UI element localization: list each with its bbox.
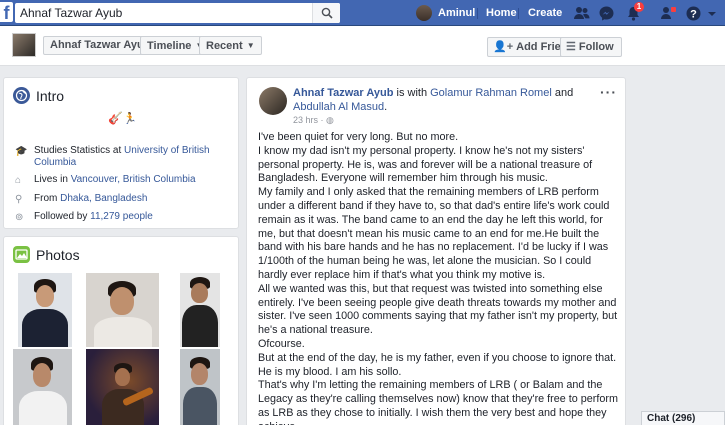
- post-time-text: 23 hrs: [293, 115, 319, 125]
- followers-link[interactable]: 11,279 people: [90, 211, 153, 222]
- tagged-person-link[interactable]: Golamur Rahman Romel: [430, 87, 552, 99]
- more-options-icon[interactable]: ···: [600, 84, 617, 100]
- post-with-text: is with: [393, 87, 431, 99]
- add-friend-icon: 👤+: [493, 41, 514, 53]
- post-paragraph: Ofcourse.: [258, 337, 305, 350]
- post-paragraph: But at the end of the day, he is my fath…: [258, 351, 617, 378]
- post-paragraph: I know my dad isn't my personal property…: [258, 144, 593, 185]
- nav-divider: [477, 8, 478, 19]
- help-icon[interactable]: ?: [685, 5, 702, 22]
- post-author-link[interactable]: Ahnaf Tazwar Ayub: [293, 87, 393, 99]
- photos-title: Photos: [36, 247, 80, 263]
- photo-thumbnail[interactable]: [180, 349, 220, 425]
- caret-down-icon: ▼: [246, 41, 255, 50]
- rss-icon: ⊚: [15, 212, 24, 223]
- user-avatar[interactable]: [416, 5, 432, 21]
- education-prefix: Studies Statistics at: [34, 145, 125, 156]
- post-paragraph: I've been quiet for very long. But no mo…: [258, 131, 459, 143]
- photos-icon: [13, 246, 30, 263]
- intro-title: Intro: [36, 88, 65, 104]
- intro-emoji-row: 🎸🏃: [108, 111, 137, 125]
- search-input[interactable]: [15, 3, 315, 23]
- from-prefix: From: [34, 193, 61, 204]
- timeline-label: Timeline: [147, 40, 192, 52]
- post-header: Ahnaf Tazwar Ayub is with Golamur Rahman…: [293, 86, 603, 114]
- photo-thumbnail[interactable]: [86, 273, 159, 347]
- guitar-icon: 🎸: [108, 111, 123, 125]
- post-period: .: [384, 101, 388, 113]
- post-and-text: and: [551, 87, 574, 99]
- profile-subheader: Ahnaf Tazwar Ayub Timeline▼ Recent▼ 👤+Ad…: [0, 26, 725, 66]
- runner-icon: 🏃: [122, 113, 137, 125]
- profile-thumbnail[interactable]: [12, 33, 36, 57]
- facebook-logo-icon[interactable]: f: [0, 2, 13, 23]
- notifications-badge: 1: [634, 2, 644, 12]
- messenger-icon[interactable]: [598, 5, 615, 22]
- rss-icon: ☰: [566, 41, 576, 53]
- globe-icon: ◍: [326, 115, 334, 125]
- top-navigation-bar: f Aminul Home Create 1 ?: [0, 0, 725, 26]
- lives-prefix: Lives in: [34, 174, 71, 185]
- post-paragraph: That's why I'm letting the remaining mem…: [258, 379, 618, 425]
- chat-sidebar-toggle[interactable]: Chat (296): [641, 411, 725, 425]
- globe-icon: [13, 87, 30, 104]
- follow-button[interactable]: ☰ Follow: [560, 37, 622, 57]
- home-icon: ⌂: [15, 175, 22, 186]
- post-body: I've been quiet for very long. But no mo…: [258, 131, 623, 425]
- photo-thumbnail[interactable]: [86, 349, 159, 425]
- chevron-down-icon[interactable]: [707, 9, 717, 19]
- nav-divider: [518, 8, 519, 19]
- create-link[interactable]: Create: [528, 0, 562, 26]
- post-timestamp[interactable]: 23 hrs · ◍: [293, 115, 334, 126]
- search-box: [15, 3, 340, 23]
- profile-link[interactable]: Aminul: [438, 0, 475, 26]
- location-pin-icon: ⚲: [15, 194, 23, 205]
- recent-dropdown[interactable]: Recent ▼: [199, 36, 262, 55]
- post-paragraph: My family and I only asked that the rema…: [258, 186, 610, 281]
- friend-requests-icon[interactable]: [573, 5, 590, 22]
- recent-label: Recent: [206, 40, 243, 52]
- photos-card: Photos: [3, 236, 239, 425]
- intro-card: Intro 🎸🏃 🎓 Studies Statistics at Univers…: [3, 77, 239, 229]
- followers-prefix: Followed by: [34, 211, 91, 222]
- graduation-cap-icon: 🎓: [15, 146, 28, 157]
- from-link[interactable]: Dhaka, Bangladesh: [60, 193, 147, 204]
- tagged-person-link[interactable]: Abdullah Al Masud: [293, 101, 384, 113]
- photo-thumbnail[interactable]: [13, 349, 72, 425]
- lives-link[interactable]: Vancouver, British Columbia: [71, 174, 196, 185]
- svg-text:?: ?: [690, 9, 697, 21]
- home-link[interactable]: Home: [486, 0, 517, 26]
- post-card: Ahnaf Tazwar Ayub is with Golamur Rahman…: [246, 77, 626, 425]
- photo-thumbnail[interactable]: [180, 273, 220, 347]
- search-button[interactable]: [312, 3, 340, 23]
- post-author-avatar[interactable]: [259, 87, 287, 115]
- post-paragraph: All we wanted was this, but that request…: [258, 282, 618, 337]
- photo-thumbnail[interactable]: [18, 273, 72, 347]
- account-switcher-icon[interactable]: [660, 5, 677, 22]
- search-icon: [321, 7, 333, 19]
- follow-label: Follow: [578, 41, 614, 53]
